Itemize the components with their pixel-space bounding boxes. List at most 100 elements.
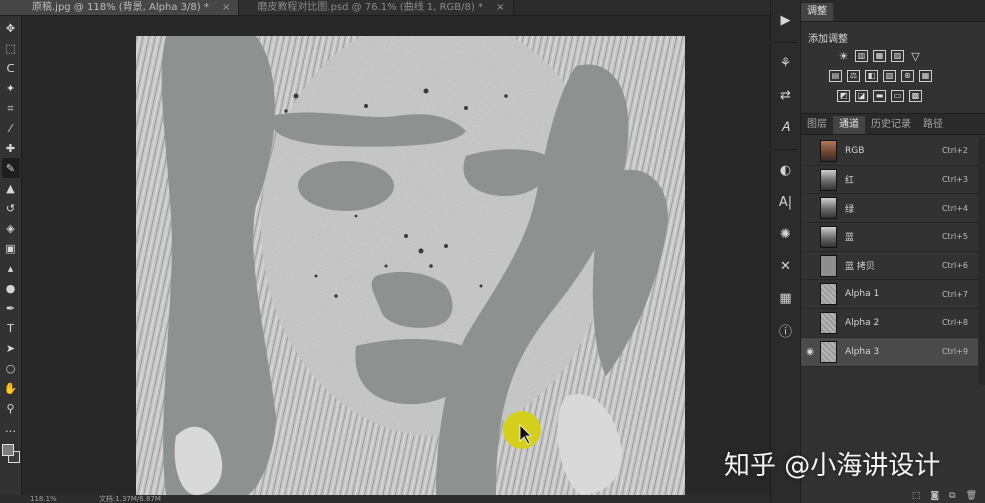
libraries-icon[interactable]: ▦: [774, 286, 798, 310]
tools-icon[interactable]: ✕: [774, 254, 798, 278]
character-style-icon[interactable]: 𝐴: [774, 115, 798, 139]
adjustment-row2-5-icon[interactable]: ⊛: [901, 70, 914, 82]
adjustment-row1-1-icon[interactable]: ☀: [837, 50, 850, 62]
eyedropper-tool-icon[interactable]: ⁄: [2, 118, 20, 138]
channel-name: 绿: [845, 204, 855, 215]
gradient-tool-icon[interactable]: ▣: [2, 238, 20, 258]
history-brush-tool-icon[interactable]: ↺: [2, 198, 20, 218]
document-canvas[interactable]: [136, 36, 685, 495]
save-selection-icon[interactable]: ◙: [930, 491, 939, 501]
color-swatches[interactable]: [1, 442, 21, 468]
eraser-tool-icon[interactable]: ◈: [2, 218, 20, 238]
visibility-eye-icon[interactable]: ◉: [803, 345, 817, 359]
adjustments-panel-tabs: 调整: [801, 0, 985, 22]
brush-tool-icon[interactable]: ✎: [1, 158, 20, 178]
pen-tool-icon[interactable]: ✒: [2, 298, 20, 318]
close-tab-icon[interactable]: ×: [222, 2, 230, 13]
dodge-tool-icon[interactable]: ●: [2, 278, 20, 298]
adjustments-icon[interactable]: ✺: [774, 222, 798, 246]
hand-tool-icon[interactable]: ✋: [2, 378, 20, 398]
channel-shortcut: Ctrl+8: [941, 318, 968, 328]
visibility-eye-icon[interactable]: [803, 173, 817, 187]
adjustment-row2-3-icon[interactable]: ◧: [865, 70, 878, 82]
more-tools-icon[interactable]: …: [2, 418, 20, 438]
load-selection-icon[interactable]: ⬚: [912, 491, 921, 501]
channel-thumbnail: [820, 168, 837, 191]
visibility-eye-icon[interactable]: [803, 144, 817, 158]
zoom-tool-icon[interactable]: ⚲: [2, 398, 20, 418]
channel-scrollbar[interactable]: [978, 137, 985, 385]
adjustment-row1-5-icon[interactable]: ▽: [909, 50, 922, 62]
character-icon[interactable]: A|: [774, 190, 798, 214]
channel-row[interactable]: 红 Ctrl+3: [801, 166, 978, 195]
adjustment-row2-4-icon[interactable]: ▧: [883, 70, 896, 82]
clone-source-icon[interactable]: ⇄: [774, 83, 798, 107]
channel-row[interactable]: 蓝 Ctrl+5: [801, 223, 978, 252]
adjustment-row2-2-icon[interactable]: ⚖: [847, 70, 860, 82]
document-tab-active[interactable]: 原稿.jpg @ 118% (背景, Alpha 3/8) * ×: [0, 0, 240, 15]
healing-brush-tool-icon[interactable]: ✚: [2, 138, 20, 158]
channel-name: 蓝: [845, 233, 855, 244]
channel-shortcut: Ctrl+2: [941, 146, 968, 156]
document-tab-inactive[interactable]: 磨皮教程对比图.psd @ 76.1% (曲线 1, RGB/8) * ×: [239, 0, 514, 15]
alpha-channel-image: [136, 36, 685, 495]
type-tool-icon[interactable]: T: [2, 318, 20, 338]
play-icon[interactable]: ▶: [774, 8, 798, 32]
channel-shortcut: Ctrl+4: [941, 203, 968, 213]
visibility-eye-icon[interactable]: [803, 201, 817, 215]
crop-tool-icon[interactable]: ⌗: [2, 98, 20, 118]
new-channel-icon[interactable]: ⧉: [949, 491, 955, 501]
adjustment-row3-5-icon[interactable]: ▩: [909, 90, 922, 102]
channel-name: Alpha 2: [845, 317, 880, 328]
visibility-eye-icon[interactable]: [803, 287, 817, 301]
clone-stamp-tool-icon[interactable]: ▲: [2, 178, 20, 198]
adjustment-row1-4-icon[interactable]: ▨: [891, 50, 904, 62]
channel-shortcut: Ctrl+5: [941, 232, 968, 242]
tab-layers[interactable]: 图层: [801, 116, 833, 134]
adjustment-row3-1-icon[interactable]: ◩: [837, 90, 850, 102]
adjustment-row1-2-icon[interactable]: ▥: [855, 50, 868, 62]
channel-thumbnail: [820, 254, 837, 277]
magic-wand-tool-icon[interactable]: ✦: [2, 78, 20, 98]
close-tab-icon[interactable]: ×: [496, 2, 504, 13]
adjustment-row3-4-icon[interactable]: ▭: [891, 90, 904, 102]
adjustment-row3-2-icon[interactable]: ◪: [855, 90, 868, 102]
tab-paths[interactable]: 路径: [917, 116, 949, 134]
marquee-tool-icon[interactable]: ⬚: [2, 38, 20, 58]
adjustment-row1-3-icon[interactable]: ▦: [873, 50, 886, 62]
separator: [773, 42, 798, 43]
document-tab-bar: 原稿.jpg @ 118% (背景, Alpha 3/8) * × 磨皮教程对比…: [0, 0, 770, 16]
visibility-eye-icon[interactable]: [803, 230, 817, 244]
channel-row[interactable]: Alpha 1 Ctrl+7: [801, 280, 978, 310]
channel-shortcut: Ctrl+9: [941, 347, 968, 357]
channel-list: RGB Ctrl+2 红 Ctrl+3 绿 Ctrl+4 蓝 Ctrl+5 蓝 拷贝 Ctrl+6…: [801, 137, 978, 367]
adjustment-row2-1-icon[interactable]: ▤: [829, 70, 842, 82]
adjustment-row2-6-icon[interactable]: ▦: [919, 70, 932, 82]
blur-tool-icon[interactable]: ▴: [2, 258, 20, 278]
path-selection-tool-icon[interactable]: ➤: [2, 338, 20, 358]
visibility-eye-icon[interactable]: [803, 259, 817, 273]
channel-name: Alpha 3: [845, 346, 880, 357]
channel-thumbnail: [820, 283, 837, 306]
lasso-tool-icon[interactable]: ᑕ: [2, 58, 20, 78]
tab-adjustments[interactable]: 调整: [801, 3, 833, 21]
ellipse-tool-icon[interactable]: ○: [2, 358, 20, 378]
tab-history[interactable]: 历史记录: [865, 116, 917, 134]
channel-row[interactable]: RGB Ctrl+2: [801, 137, 978, 166]
tab-channels[interactable]: 通道: [833, 116, 865, 134]
info-icon[interactable]: ⓘ: [774, 318, 798, 342]
channel-row[interactable]: 蓝 拷贝 Ctrl+6: [801, 252, 978, 281]
adjustment-row3-3-icon[interactable]: ▬: [873, 90, 886, 102]
foreground-color-swatch[interactable]: [1, 444, 14, 456]
visibility-eye-icon[interactable]: [803, 316, 817, 330]
delete-channel-icon[interactable]: 🗑: [966, 491, 977, 501]
right-panels: 调整 添加调整 ☀ ▥ ▦ ▨ ▽ ▤ ⚖ ◧ ▧ ⊛ ▦ ◩ ◪ ▬ ▭ ▩ 图层 通道 历史记录 路径…: [801, 0, 985, 503]
move-tool-icon[interactable]: ✥: [2, 18, 20, 38]
layers-panel-tabs: 图层 通道 历史记录 路径: [801, 113, 985, 135]
brush-preset-icon[interactable]: ⚘: [774, 51, 798, 75]
channel-row[interactable]: ◉ Alpha 3 Ctrl+9: [801, 337, 978, 367]
channel-row[interactable]: Alpha 2 Ctrl+8: [801, 309, 978, 338]
zoom-readout[interactable]: 118.1%: [30, 495, 57, 503]
channel-row[interactable]: 绿 Ctrl+4: [801, 194, 978, 224]
history-icon[interactable]: ◐: [774, 158, 798, 182]
